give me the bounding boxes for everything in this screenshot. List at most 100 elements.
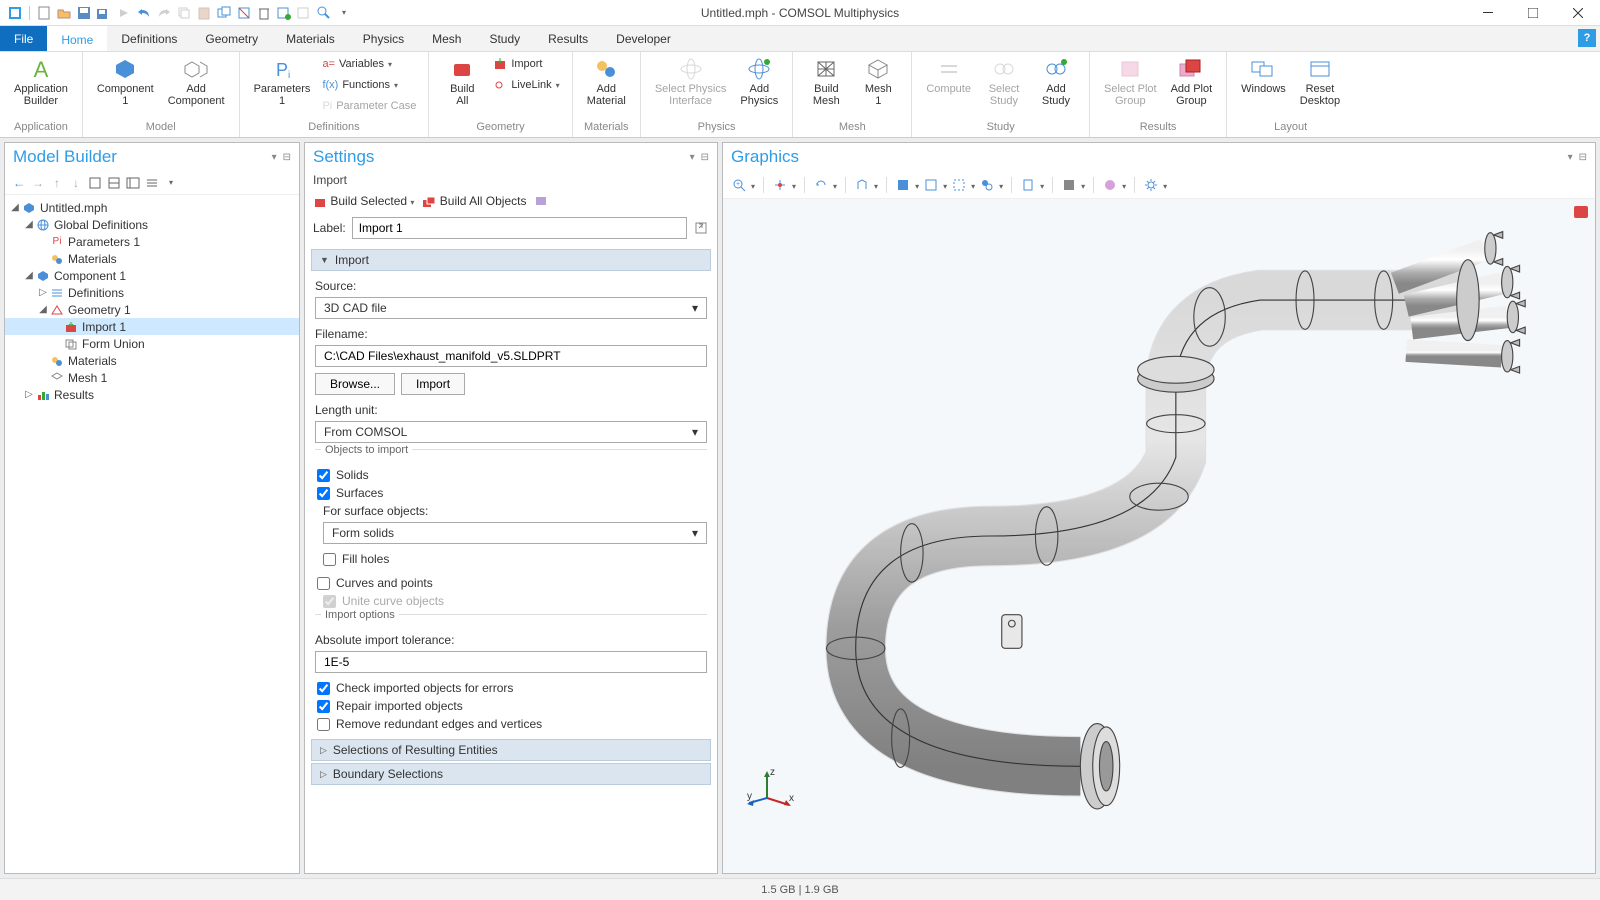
rotate-icon[interactable]	[813, 177, 829, 193]
scene-icon[interactable]	[1102, 177, 1118, 193]
build-selected-button[interactable]: Build Selected	[313, 194, 414, 208]
tab-study[interactable]: Study	[475, 26, 534, 51]
zoom-icon[interactable]: +	[731, 177, 747, 193]
livelink-button[interactable]: LiveLink	[489, 75, 563, 95]
build-all-button[interactable]: Build All	[437, 54, 487, 109]
add-material-button[interactable]: Add Material	[581, 54, 632, 109]
tree-component-1[interactable]: ◢Component 1	[5, 267, 299, 284]
select-all-icon[interactable]	[895, 177, 911, 193]
select-box-icon[interactable]	[951, 177, 967, 193]
panel-pin-icon[interactable]: ⊟	[283, 152, 291, 163]
functions-button[interactable]: f(x)Functions	[318, 75, 420, 95]
build-mesh-button[interactable]: Build Mesh	[801, 54, 851, 109]
import-file-button[interactable]: Import	[401, 373, 465, 395]
tolerance-input[interactable]	[315, 651, 707, 673]
minimize-button[interactable]	[1465, 0, 1510, 26]
render-icon[interactable]	[1061, 177, 1077, 193]
qat-customize[interactable]	[335, 4, 353, 22]
graphics-corner-icon[interactable]	[1573, 205, 1589, 219]
solids-checkbox[interactable]	[317, 469, 330, 482]
add-plot-group-button[interactable]: Add Plot Group	[1165, 54, 1219, 109]
panel-pin-icon[interactable]: ⊟	[1579, 152, 1587, 163]
down-icon[interactable]: ↓	[68, 175, 84, 191]
duplicate-icon[interactable]	[215, 4, 233, 22]
browse-button[interactable]: Browse...	[315, 373, 395, 395]
tab-home[interactable]: Home	[47, 26, 107, 51]
paste-icon[interactable]	[195, 4, 213, 22]
add-physics-button[interactable]: Add Physics	[734, 54, 784, 109]
tree-global-definitions[interactable]: ◢Global Definitions	[5, 216, 299, 233]
panel-menu-icon[interactable]: ▾	[690, 152, 695, 163]
save-icon[interactable]	[75, 4, 93, 22]
help-button[interactable]: ?	[1578, 29, 1596, 47]
source-select[interactable]: 3D CAD file▾	[315, 297, 707, 319]
maximize-button[interactable]	[1510, 0, 1555, 26]
tree-mesh-1[interactable]: Mesh 1	[5, 369, 299, 386]
tree-form-union[interactable]: Form Union	[5, 335, 299, 352]
panel-menu-icon[interactable]: ▾	[272, 152, 277, 163]
check-errors-checkbox[interactable]	[317, 682, 330, 695]
find-icon[interactable]	[315, 4, 333, 22]
run-icon[interactable]	[115, 4, 133, 22]
length-unit-select[interactable]: From COMSOL▾	[315, 421, 707, 443]
undo-icon[interactable]	[135, 4, 153, 22]
open-icon[interactable]	[55, 4, 73, 22]
copy-icon[interactable]	[175, 4, 193, 22]
tab-geometry[interactable]: Geometry	[191, 26, 272, 51]
disable-icon[interactable]	[295, 4, 313, 22]
tab-developer[interactable]: Developer	[602, 26, 685, 51]
tree-materials-global[interactable]: Materials	[5, 250, 299, 267]
tab-definitions[interactable]: Definitions	[107, 26, 191, 51]
reset-desktop-button[interactable]: Reset Desktop	[1294, 54, 1346, 109]
surface-objects-select[interactable]: Form solids▾	[323, 522, 707, 544]
filename-input[interactable]	[315, 345, 707, 367]
new-icon[interactable]	[35, 4, 53, 22]
select-none-icon[interactable]	[923, 177, 939, 193]
tree-results[interactable]: ▷Results	[5, 386, 299, 403]
section-boundary[interactable]: ▷Boundary Selections	[311, 763, 711, 785]
cut-icon[interactable]	[235, 4, 253, 22]
sync-icon[interactable]	[275, 4, 293, 22]
tab-physics[interactable]: Physics	[349, 26, 418, 51]
tree-materials-component[interactable]: Materials	[5, 352, 299, 369]
expand-icon[interactable]	[87, 175, 103, 191]
build-all-objects-button[interactable]: Build All Objects	[422, 194, 526, 208]
remove-redundant-checkbox[interactable]	[317, 718, 330, 731]
save-as-icon[interactable]	[95, 4, 113, 22]
add-component-button[interactable]: Add Component	[162, 54, 231, 109]
delete-icon[interactable]	[255, 4, 273, 22]
zoom-extents-icon[interactable]	[772, 177, 788, 193]
variables-button[interactable]: a=Variables	[318, 54, 420, 74]
model-tree[interactable]: ◢Untitled.mph ◢Global Definitions PiPara…	[5, 195, 299, 873]
up-icon[interactable]: ↑	[49, 175, 65, 191]
show-icon[interactable]	[125, 175, 141, 191]
repair-checkbox[interactable]	[317, 700, 330, 713]
label-link-icon[interactable]	[693, 220, 709, 236]
back-icon[interactable]: ←	[11, 175, 27, 191]
curves-points-checkbox[interactable]	[317, 577, 330, 590]
list-icon[interactable]	[144, 175, 160, 191]
tab-mesh[interactable]: Mesh	[418, 26, 475, 51]
mesh-button[interactable]: Mesh 1	[853, 54, 903, 109]
settings-icon[interactable]	[1143, 177, 1159, 193]
tree-import-1[interactable]: Import 1	[5, 318, 299, 335]
graphics-viewport[interactable]: z x y	[723, 199, 1595, 873]
fill-holes-checkbox[interactable]	[323, 553, 336, 566]
tree-geometry-1[interactable]: ◢Geometry 1	[5, 301, 299, 318]
tab-file[interactable]: File	[0, 26, 47, 51]
close-button[interactable]	[1555, 0, 1600, 26]
tab-results[interactable]: Results	[534, 26, 602, 51]
import-button[interactable]: Import	[489, 54, 563, 74]
windows-button[interactable]: Windows	[1235, 54, 1292, 97]
tree-root[interactable]: ◢Untitled.mph	[5, 199, 299, 216]
panel-pin-icon[interactable]: ⊟	[701, 152, 709, 163]
collapse-icon[interactable]	[106, 175, 122, 191]
add-study-button[interactable]: Add Study	[1031, 54, 1081, 109]
clipboard-icon[interactable]	[1020, 177, 1036, 193]
redo-icon[interactable]	[155, 4, 173, 22]
tree-definitions[interactable]: ▷Definitions	[5, 284, 299, 301]
application-builder-button[interactable]: A Application Builder	[8, 54, 74, 109]
parameters-button[interactable]: Pi Parameters 1	[248, 54, 317, 109]
surfaces-checkbox[interactable]	[317, 487, 330, 500]
tab-materials[interactable]: Materials	[272, 26, 349, 51]
